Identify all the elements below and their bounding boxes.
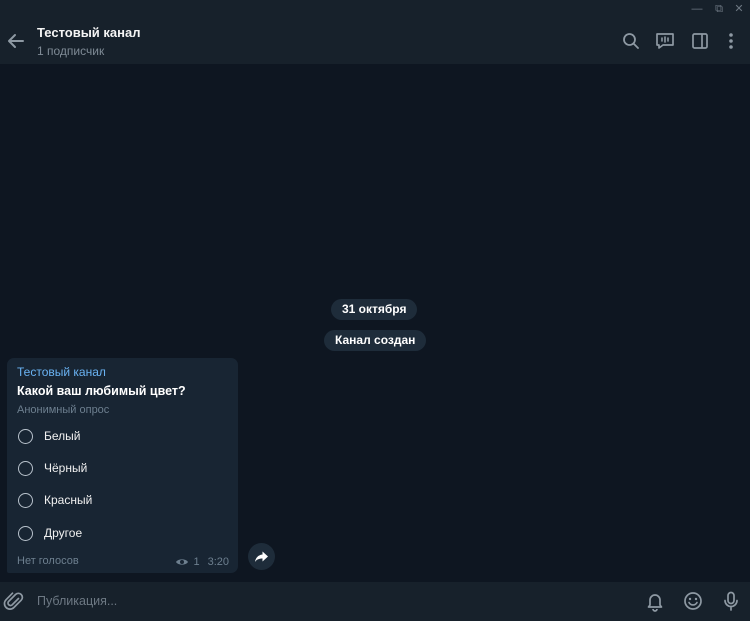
sidebar-toggle-button[interactable]	[689, 30, 711, 52]
more-options-button[interactable]	[720, 30, 742, 52]
poll-message[interactable]: Тестовый канал Какой ваш любимый цвет? А…	[7, 358, 238, 573]
search-icon	[623, 33, 639, 49]
forward-button[interactable]	[248, 543, 275, 570]
view-count: 1	[193, 556, 200, 568]
poll-option-label: Другое	[44, 526, 83, 540]
maximize-window-button[interactable]: ⧉	[711, 2, 727, 16]
eye-icon	[176, 559, 189, 565]
message-time: 3:20	[207, 556, 229, 568]
poll-option[interactable]: Белый	[16, 425, 231, 449]
sidebar-toggle-icon	[692, 33, 708, 49]
paperclip-icon	[3, 592, 24, 610]
radio-button-icon[interactable]	[18, 461, 33, 476]
back-button[interactable]	[4, 29, 28, 53]
search-button[interactable]	[620, 30, 642, 52]
poll-type: Анонимный опрос	[17, 404, 110, 416]
poll-question: Какой ваш любимый цвет?	[17, 384, 186, 398]
silent-broadcast-button[interactable]	[644, 590, 666, 612]
more-vertical-icon	[729, 33, 733, 49]
poll-option-label: Красный	[44, 493, 93, 507]
radio-button-icon[interactable]	[18, 429, 33, 444]
date-separator: 31 октября	[331, 299, 418, 320]
voice-message-button[interactable]	[720, 590, 742, 612]
message-composer	[0, 582, 750, 621]
service-message: Канал создан	[324, 330, 427, 351]
attach-button[interactable]	[3, 590, 25, 612]
poll-option[interactable]: Красный	[16, 489, 231, 513]
message-author[interactable]: Тестовый канал	[17, 365, 106, 379]
poll-option-label: Белый	[44, 429, 81, 443]
channel-title[interactable]: Тестовый канал	[37, 25, 141, 40]
bell-icon	[647, 594, 663, 612]
chat-header: Тестовый канал 1 подписчик	[0, 19, 750, 64]
window-titlebar: — ⧉ ✕	[0, 0, 750, 19]
subscriber-count: 1 подписчик	[37, 44, 105, 58]
radio-button-icon[interactable]	[18, 493, 33, 508]
message-meta: 1 3:20	[175, 556, 229, 568]
poll-option[interactable]: Чёрный	[16, 457, 231, 481]
message-list[interactable]: 31 октября Канал создан Тестовый канал К…	[0, 64, 750, 582]
emoji-button[interactable]	[682, 590, 704, 612]
live-stream-icon	[656, 33, 674, 49]
forward-arrow-icon	[255, 551, 268, 562]
live-stream-button[interactable]	[654, 30, 676, 52]
microphone-icon	[724, 591, 738, 611]
radio-button-icon[interactable]	[18, 526, 33, 541]
close-window-button[interactable]: ✕	[731, 2, 747, 16]
emoji-icon	[684, 592, 702, 610]
minimize-window-button[interactable]: —	[689, 2, 705, 16]
poll-option-label: Чёрный	[44, 461, 88, 475]
back-arrow-icon	[8, 34, 24, 48]
poll-option[interactable]: Другое	[16, 522, 231, 546]
poll-votes-status: Нет голосов	[17, 555, 79, 567]
message-input[interactable]	[37, 590, 597, 612]
